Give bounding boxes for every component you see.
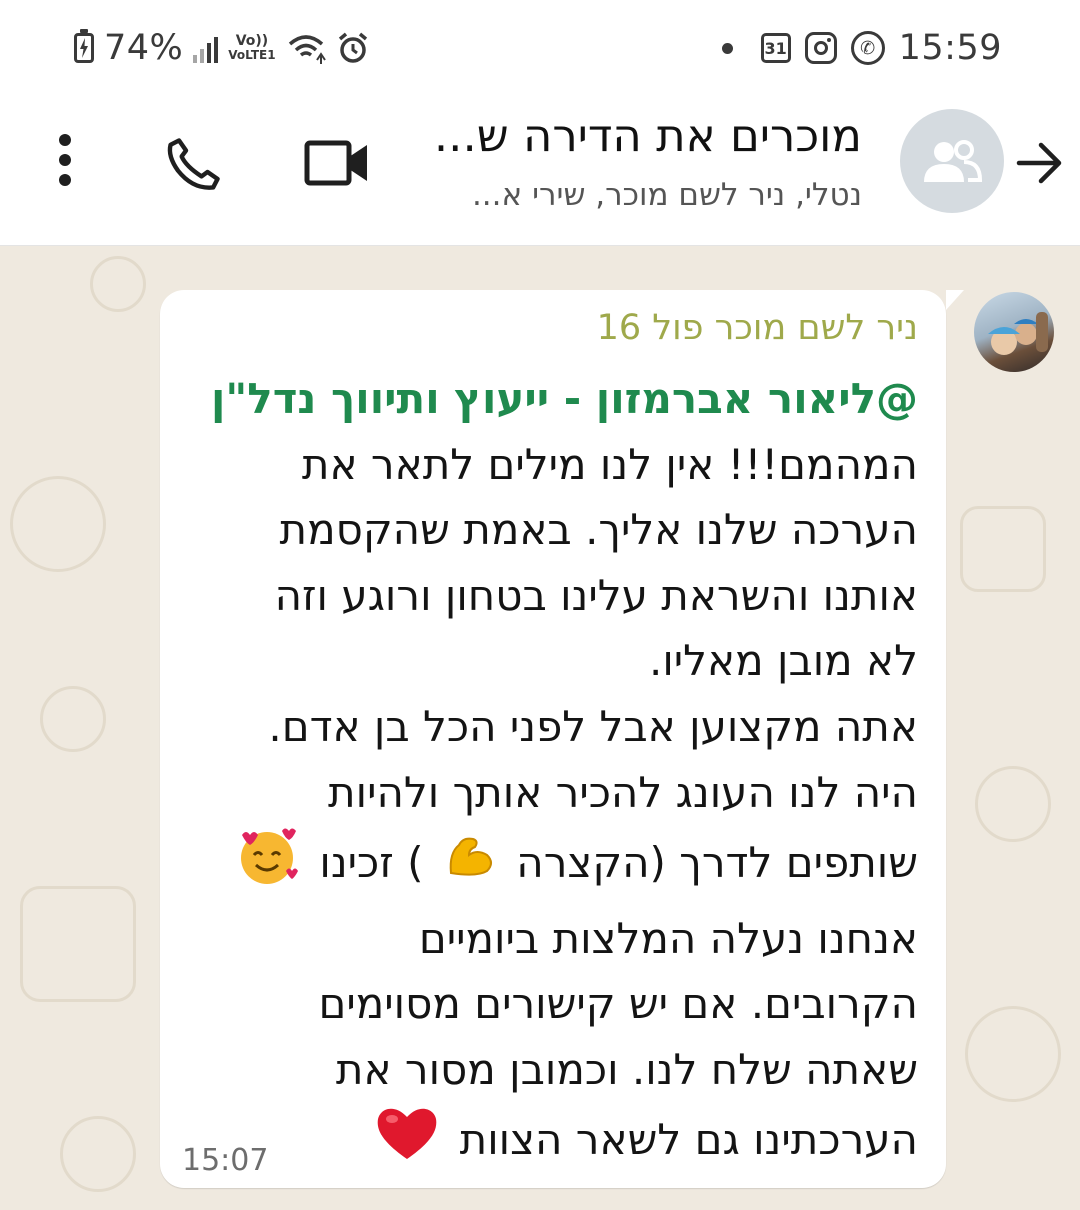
smiling-face-with-hearts-emoji-icon <box>234 825 300 906</box>
message-sender[interactable]: ניר לשם מוכר פול 16 <box>597 308 918 348</box>
wallpaper-doodle <box>965 1006 1061 1102</box>
message-line: אותנו והשראת עלינו בטחון ורוגע וזה <box>274 570 918 620</box>
phone-icon[interactable] <box>158 130 228 200</box>
status-time: 15:59 <box>898 28 1002 68</box>
wallpaper-doodle <box>960 506 1046 592</box>
more-vert-icon[interactable] <box>40 130 90 190</box>
alarm-icon <box>338 32 367 63</box>
message-line: המהמם!!! אין לנו מילים לתאר את <box>301 439 918 489</box>
message-line: הקרובים. אם יש קישורים מסוימים <box>318 979 918 1029</box>
message-line: אתה מקצוען אבל לפני הכל בן אדם. <box>268 701 918 751</box>
message-line: הערכה שלנו אליך. באמת שהקסמת <box>279 505 919 555</box>
wallpaper-doodle <box>975 766 1051 842</box>
message-line: הערכתינו גם לשאר הצוות <box>178 1103 918 1182</box>
mention-link[interactable]: @ליאור אברמזון - ייעוץ ותיווך נדל"ן <box>178 366 918 432</box>
group-icon <box>924 140 983 182</box>
message-line: לא מובן מאליו. <box>648 636 918 686</box>
message-line: היה לנו העונג להכיר אותך ולהיות <box>328 767 918 817</box>
wallpaper-doodle <box>10 476 106 572</box>
message-bubble[interactable]: ניר לשם מוכר פול 16 @ליאור אברמזון - ייע… <box>160 290 964 1188</box>
message-line: אנחנו נעלה המלצות ביומיים <box>418 913 918 963</box>
wallpaper-doodle <box>90 256 146 312</box>
chat-title[interactable]: מוכרים את הדירה ש... <box>434 109 862 162</box>
group-avatar[interactable] <box>900 109 1004 213</box>
sender-avatar[interactable] <box>974 292 1054 372</box>
video-call-icon[interactable] <box>302 133 372 193</box>
message-line: שאתה שלח לנו. וכמובן מסור את <box>335 1044 918 1094</box>
flexed-biceps-emoji-icon <box>443 829 497 902</box>
wallpaper-doodle <box>20 886 136 1002</box>
whatsapp-icon: ✆ <box>850 31 885 65</box>
status-bar: 74% Vo)) VoLTE1 31 ✆ 15:59 <box>0 0 1080 95</box>
instagram-icon <box>804 32 837 64</box>
message-line-part: הערכתינו גם לשאר הצוות <box>459 1114 918 1164</box>
wallpaper-doodle <box>60 1116 136 1192</box>
message-line-part: ) זכינו <box>319 837 424 887</box>
message-text: @ליאור אברמזון - ייעוץ ותיווך נדל"ן המהמ… <box>178 366 918 1181</box>
message-line-part: שותפים לדרך (הקצרה <box>516 837 918 887</box>
battery-percent: 74% <box>104 28 184 68</box>
red-heart-emoji-icon <box>374 1103 440 1182</box>
calendar-icon: 31 <box>760 33 791 63</box>
chat-participants[interactable]: נטלי, ניר לשם מוכר, שירי א... <box>472 177 862 213</box>
message-line: שותפים לדרך (הקצרה ) זכינו <box>178 825 918 906</box>
back-arrow-icon[interactable] <box>1010 133 1070 193</box>
chat-background: ניר לשם מוכר פול 16 @ליאור אברמזון - ייע… <box>0 246 1080 1210</box>
chat-header: מוכרים את הדירה ש... נטלי, ניר לשם מוכר,… <box>0 95 1080 246</box>
message-time: 15:07 <box>182 1143 269 1178</box>
battery-charging-icon <box>74 29 94 63</box>
signal-icon <box>193 33 219 63</box>
wallpaper-doodle <box>40 686 106 752</box>
volte-icon: Vo)) VoLTE1 <box>228 33 276 62</box>
notification-dot-icon <box>721 42 733 54</box>
wifi-icon <box>288 35 326 64</box>
